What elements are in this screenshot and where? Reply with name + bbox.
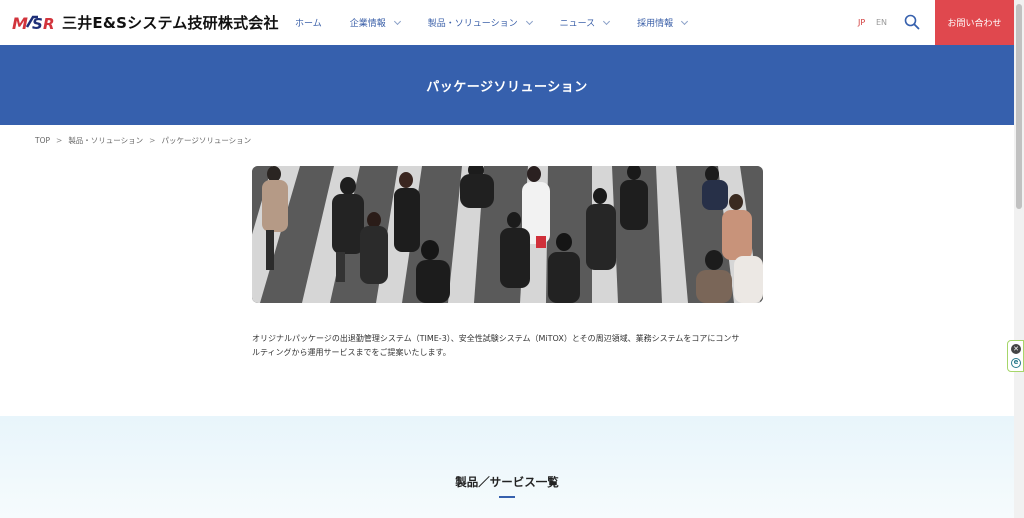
section-title-underline: [499, 496, 515, 498]
edge-icon[interactable]: e: [1011, 358, 1021, 368]
search-icon[interactable]: [904, 14, 920, 30]
breadcrumb-products[interactable]: 製品・ソリューション: [68, 135, 143, 146]
page-title: パッケージソリューション: [426, 79, 588, 95]
nav-recruit-label: 採用情報: [637, 19, 674, 29]
site-header: M S R 三井E&Sシステム技研株式会社 ホーム 企業情報 製品・ソリューショ…: [0, 0, 1014, 45]
contact-button[interactable]: お問い合わせ: [935, 0, 1014, 45]
intro-description-line: ルティングから運用サービスまでをご提案いたします。: [252, 348, 451, 357]
hero-photo: [252, 166, 763, 303]
nav-news-label: ニュース: [559, 19, 596, 29]
logo[interactable]: M S R 三井E&Sシステム技研株式会社: [12, 12, 279, 33]
nav-home-label: ホーム: [295, 19, 322, 29]
breadcrumb-separator: >: [149, 136, 156, 145]
nav-home[interactable]: ホーム: [295, 16, 322, 29]
main-nav: ホーム 企業情報 製品・ソリューション ニュース 採用情報: [295, 0, 715, 45]
lang-en-link[interactable]: EN: [876, 18, 887, 27]
nav-company[interactable]: 企業情報: [349, 16, 401, 29]
scrollbar-thumb[interactable]: [1016, 4, 1022, 209]
chevron-down-icon: [603, 17, 611, 25]
intro-description: オリジナルパッケージの出退勤管理システム（TIME-3）、安全性試験システム（M…: [252, 332, 772, 360]
hero-banner: パッケージソリューション: [0, 45, 1014, 125]
chevron-down-icon: [393, 17, 401, 25]
breadcrumb: TOP > 製品・ソリューション > パッケージソリューション: [35, 135, 251, 146]
nav-company-label: 企業情報: [349, 19, 386, 29]
floating-widget: ✕ e: [1007, 340, 1024, 372]
page: M S R 三井E&Sシステム技研株式会社 ホーム 企業情報 製品・ソリューショ…: [0, 0, 1024, 518]
product-list-section: 製品／サービス一覧: [0, 416, 1014, 518]
nav-news[interactable]: ニュース: [559, 16, 611, 29]
intro-description-line: オリジナルパッケージの出退勤管理システム（TIME-3）、安全性試験システム（M…: [252, 334, 740, 343]
breadcrumb-top[interactable]: TOP: [35, 136, 50, 145]
nav-recruit[interactable]: 採用情報: [637, 16, 689, 29]
contact-button-label: お問い合わせ: [947, 19, 1002, 29]
chevron-down-icon: [681, 17, 689, 25]
nav-products-label: 製品・ソリューション: [427, 19, 518, 29]
section-title: 製品／サービス一覧: [455, 475, 559, 489]
svg-text:S: S: [32, 15, 43, 33]
company-name: 三井E&Sシステム技研株式会社: [62, 14, 279, 32]
crosswalk-photo-image: [252, 166, 763, 303]
svg-text:R: R: [43, 15, 55, 33]
chevron-down-icon: [525, 17, 533, 25]
lang-jp-link[interactable]: JP: [858, 18, 865, 27]
close-icon[interactable]: ✕: [1011, 344, 1021, 354]
breadcrumb-current: パッケージソリューション: [161, 136, 252, 145]
logo-mark-icon: M S R: [12, 14, 55, 33]
scrollbar[interactable]: [1014, 0, 1024, 518]
breadcrumb-separator: >: [56, 136, 63, 145]
svg-text:M: M: [12, 14, 28, 33]
nav-products[interactable]: 製品・ソリューション: [427, 16, 533, 29]
